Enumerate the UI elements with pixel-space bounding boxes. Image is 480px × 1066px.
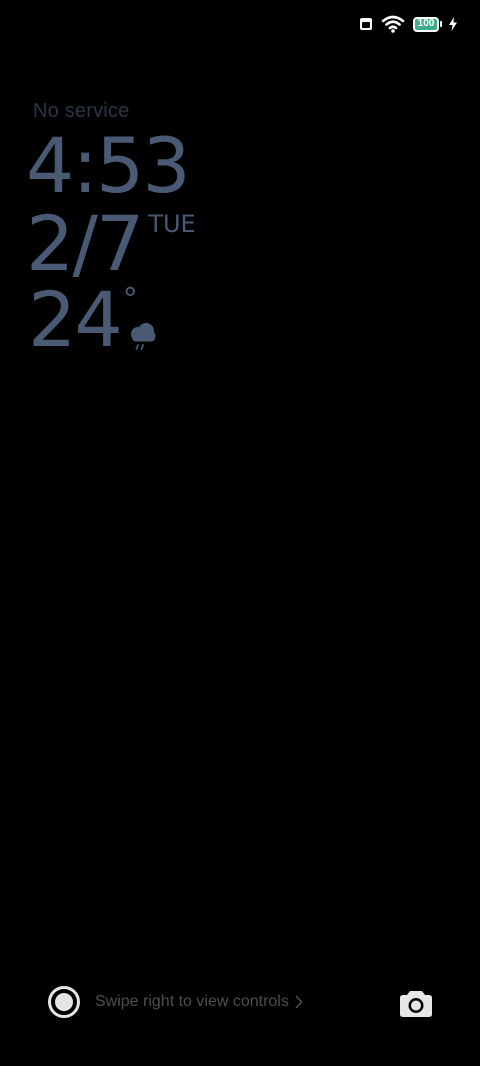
wifi-icon xyxy=(381,15,405,33)
rain-cloud-icon xyxy=(131,323,156,350)
lockscreen-weekday: TUE xyxy=(148,210,196,238)
battery-tip xyxy=(440,21,442,27)
swipe-hint: Swipe right to view controls xyxy=(95,993,303,1011)
battery-level: 100 xyxy=(413,16,439,32)
camera-icon[interactable] xyxy=(399,988,433,1018)
date-row: 2/7 TUE xyxy=(26,206,196,282)
controls-ring-icon[interactable] xyxy=(48,986,80,1018)
lockscreen-clock: 4:53 xyxy=(26,121,191,210)
chevron-right-icon xyxy=(295,995,303,1009)
charging-bolt-icon xyxy=(449,17,457,31)
controls-ring-dot xyxy=(55,993,73,1011)
weather-row: 24 ° xyxy=(28,275,156,364)
temperature: 24 xyxy=(28,275,123,364)
sim-icon xyxy=(360,18,372,30)
carrier-status: No service xyxy=(33,100,130,122)
status-bar: 100 xyxy=(359,12,458,36)
swipe-hint-label: Swipe right to view controls xyxy=(95,993,289,1010)
battery-icon: 100 xyxy=(413,16,442,32)
degree-symbol: ° xyxy=(122,282,138,317)
bottom-bar: Swipe right to view controls xyxy=(0,982,480,1024)
lockscreen-date: 2/7 xyxy=(26,199,144,288)
